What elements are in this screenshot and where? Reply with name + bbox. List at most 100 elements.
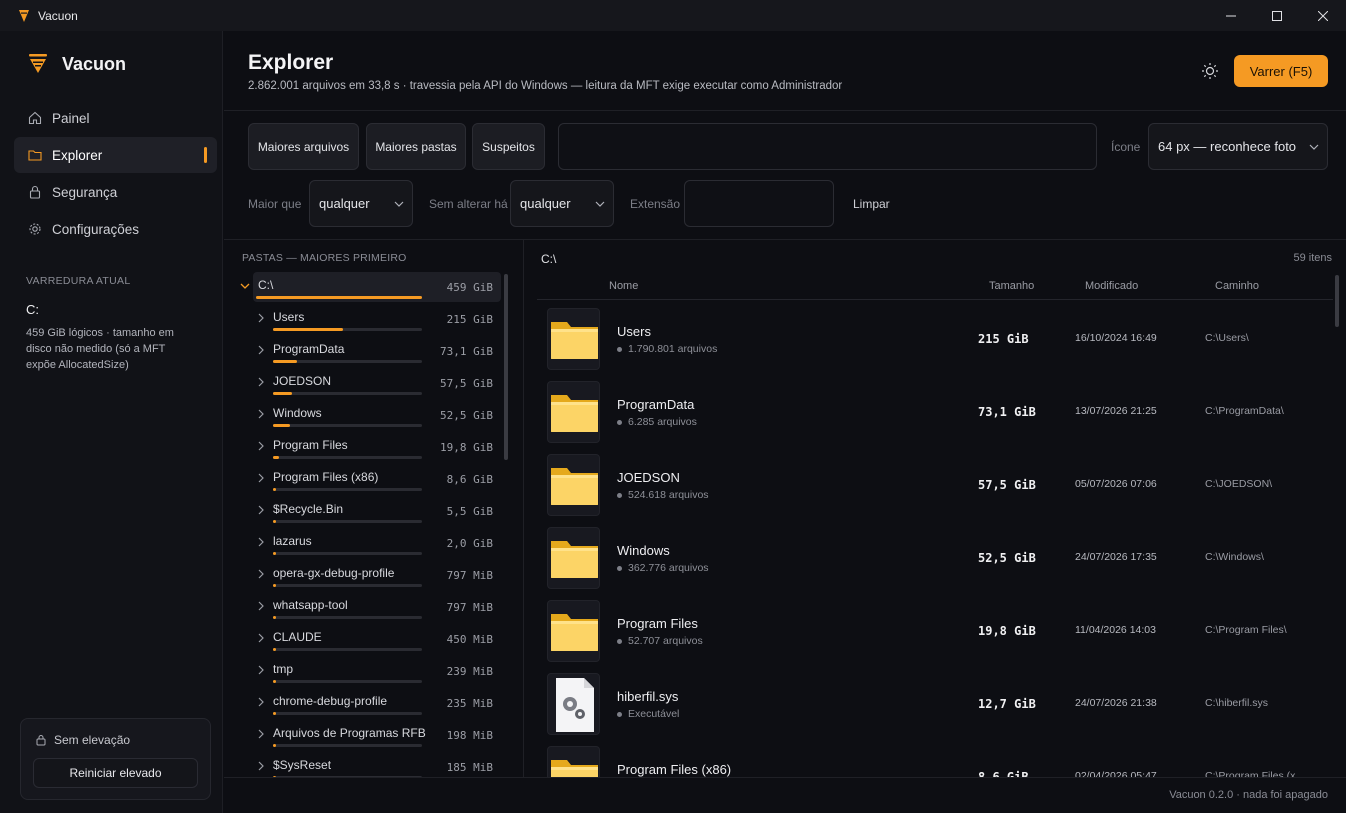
chevron-right-icon[interactable] bbox=[256, 537, 266, 547]
close-button[interactable] bbox=[1300, 0, 1346, 31]
tree-row[interactable]: Program Files 19,8 GiB bbox=[224, 432, 514, 464]
tree-folder-name: Users bbox=[273, 310, 305, 324]
chip-suspicious[interactable]: Suspeitos bbox=[472, 123, 545, 170]
icon-size-select[interactable]: 64 px — reconhece foto bbox=[1148, 123, 1328, 170]
file-row[interactable]: Program Files 52.707 arquivos 19,8 GiB 11/0… bbox=[537, 594, 1333, 667]
file-modified: 13/07/2026 21:25 bbox=[1075, 405, 1157, 417]
chevron-right-icon[interactable] bbox=[256, 633, 266, 643]
extension-input[interactable] bbox=[684, 180, 834, 227]
file-row[interactable]: JOEDSON 524.618 arquivos 57,5 GiB 05/07/202… bbox=[537, 448, 1333, 521]
file-thumbnail bbox=[547, 308, 600, 370]
chevron-right-icon[interactable] bbox=[256, 665, 266, 675]
theme-toggle-sun-icon[interactable] bbox=[1200, 61, 1220, 81]
file-name: JOEDSON bbox=[617, 470, 680, 485]
tree-row[interactable]: whatsapp-tool 797 MiB bbox=[224, 592, 514, 624]
tree-folder-name: JOEDSON bbox=[273, 374, 332, 388]
file-modified: 24/07/2026 17:35 bbox=[1075, 551, 1157, 563]
file-meta-text: 52.707 arquivos bbox=[628, 635, 703, 647]
chevron-down-icon bbox=[1309, 144, 1319, 150]
chevron-right-icon[interactable] bbox=[256, 377, 266, 387]
tree-row[interactable]: $Recycle.Bin 5,5 GiB bbox=[224, 496, 514, 528]
nav-item-seguranca[interactable]: Segurança bbox=[14, 174, 217, 210]
file-row[interactable]: ProgramData 6.285 arquivos 73,1 GiB 13/07/2… bbox=[537, 375, 1333, 448]
size-bar-fill bbox=[273, 360, 297, 363]
file-row[interactable]: Windows 362.776 arquivos 52,5 GiB 24/07/202… bbox=[537, 521, 1333, 594]
tree-row[interactable]: Program Files (x86) 8,6 GiB bbox=[224, 464, 514, 496]
icon-size-label: Ícone bbox=[1111, 140, 1141, 154]
app-logo-icon bbox=[19, 9, 29, 22]
chevron-right-icon[interactable] bbox=[256, 697, 266, 707]
larger-than-value: qualquer bbox=[319, 196, 370, 211]
tree-row[interactable]: chrome-debug-profile 235 MiB bbox=[224, 688, 514, 720]
column-header-path[interactable]: Caminho bbox=[1215, 280, 1259, 292]
file-row[interactable]: hiberfil.sys Executável 12,7 GiB 24/07/2026… bbox=[537, 667, 1333, 740]
file-path: C:\hiberfil.sys bbox=[1205, 697, 1269, 709]
tree-row[interactable]: Windows 52,5 GiB bbox=[224, 400, 514, 432]
tree-row[interactable]: JOEDSON 57,5 GiB bbox=[224, 368, 514, 400]
unchanged-select[interactable]: qualquer bbox=[510, 180, 614, 227]
tree-folder-size: 2,0 GiB bbox=[446, 537, 493, 550]
file-modified: 05/07/2026 07:06 bbox=[1075, 478, 1157, 490]
file-row[interactable]: Program Files (x86) 8,6 GiB 02/04/2026 05:… bbox=[537, 740, 1333, 777]
clear-filters-button[interactable]: Limpar bbox=[853, 197, 890, 211]
tree-row[interactable]: Arquivos de Programas RFB 198 MiB bbox=[224, 720, 514, 752]
chip-largest-folders[interactable]: Maiores pastas bbox=[366, 123, 466, 170]
chevron-down-icon[interactable] bbox=[240, 281, 250, 291]
nav-item-explorer[interactable]: Explorer bbox=[14, 137, 217, 173]
nav-item-configuracoes[interactable]: Configurações bbox=[14, 211, 217, 247]
size-bar-fill bbox=[273, 520, 276, 523]
tree-row[interactable]: Users 215 GiB bbox=[224, 304, 514, 336]
column-header-size[interactable]: Tamanho bbox=[989, 280, 1034, 292]
search-input[interactable] bbox=[558, 123, 1097, 170]
chevron-down-icon bbox=[394, 201, 404, 207]
nav-item-painel[interactable]: Painel bbox=[14, 100, 217, 136]
folder-thumbnail-icon bbox=[551, 541, 598, 578]
column-header-name[interactable]: Nome bbox=[609, 280, 638, 292]
list-scrollbar[interactable] bbox=[1335, 275, 1339, 327]
tree-folder-size: 797 MiB bbox=[446, 601, 493, 614]
size-bar-fill bbox=[273, 616, 276, 619]
chevron-right-icon[interactable] bbox=[256, 441, 266, 451]
tree-folder-name: chrome-debug-profile bbox=[273, 694, 388, 708]
chevron-right-icon[interactable] bbox=[256, 409, 266, 419]
meta-dot bbox=[617, 492, 622, 498]
tree-row[interactable]: lazarus 2,0 GiB bbox=[224, 528, 514, 560]
scan-button[interactable]: Varrer (F5) bbox=[1234, 55, 1328, 87]
tree-folder-name: Arquivos de Programas RFB bbox=[273, 726, 426, 740]
chevron-right-icon[interactable] bbox=[256, 601, 266, 611]
size-bar-fill bbox=[273, 680, 276, 683]
tree-folder-size: 8,6 GiB bbox=[446, 473, 493, 486]
chevron-right-icon[interactable] bbox=[256, 473, 266, 483]
chevron-right-icon[interactable] bbox=[256, 313, 266, 323]
system-file-thumbnail-icon bbox=[556, 678, 594, 732]
chevron-right-icon[interactable] bbox=[256, 569, 266, 579]
tree-row[interactable]: ProgramData 73,1 GiB bbox=[224, 336, 514, 368]
tree-row[interactable]: $SysReset 185 MiB bbox=[224, 752, 514, 777]
size-bar bbox=[273, 552, 422, 555]
chevron-right-icon[interactable] bbox=[256, 345, 266, 355]
chevron-right-icon[interactable] bbox=[256, 505, 266, 515]
size-bar bbox=[273, 584, 422, 587]
file-meta: Executável bbox=[617, 708, 679, 720]
chevron-right-icon[interactable] bbox=[256, 761, 266, 771]
size-bar-fill bbox=[273, 712, 276, 715]
file-row[interactable]: Users 1.790.801 arquivos 215 GiB 16/10/2024… bbox=[537, 302, 1333, 375]
larger-than-select[interactable]: qualquer bbox=[309, 180, 413, 227]
maximize-button[interactable] bbox=[1254, 0, 1300, 31]
file-name: Users bbox=[617, 324, 651, 339]
size-bar bbox=[273, 328, 422, 331]
minimize-button[interactable] bbox=[1208, 0, 1254, 31]
tree-row[interactable]: tmp 239 MiB bbox=[224, 656, 514, 688]
tree-scrollbar[interactable] bbox=[504, 274, 508, 460]
tree-folder-name: CLAUDE bbox=[273, 630, 322, 644]
tree-row[interactable]: opera-gx-debug-profile 797 MiB bbox=[224, 560, 514, 592]
restart-elevated-button[interactable]: Reiniciar elevado bbox=[33, 758, 198, 788]
chevron-right-icon[interactable] bbox=[256, 729, 266, 739]
column-header-modified[interactable]: Modificado bbox=[1085, 280, 1138, 292]
tree-row[interactable]: CLAUDE 450 MiB bbox=[224, 624, 514, 656]
brand-logo-icon bbox=[29, 54, 47, 73]
nav-item-label: Segurança bbox=[52, 184, 118, 200]
tree-folder-name: $Recycle.Bin bbox=[273, 502, 344, 516]
chip-largest-files[interactable]: Maiores arquivos bbox=[248, 123, 359, 170]
tree-row-root[interactable]: C:\ 459 GiB bbox=[224, 272, 514, 304]
